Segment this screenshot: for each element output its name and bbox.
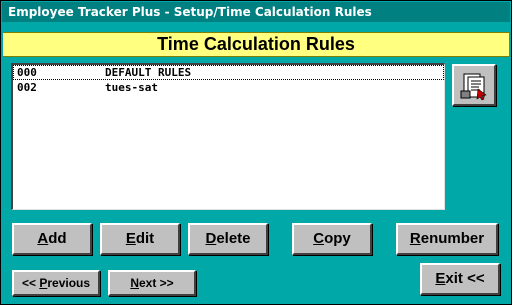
delete-button[interactable]: Delete <box>188 223 268 255</box>
previous-button[interactable]: << Previous <box>12 270 100 296</box>
next-button[interactable]: Next >> <box>108 270 196 296</box>
add-button[interactable]: Add <box>12 223 92 255</box>
main-window: Employee Tracker Plus - Setup/Time Calcu… <box>0 0 512 305</box>
rules-list[interactable]: 000 DEFAULT RULES 002 tues-sat <box>11 63 445 210</box>
rule-code: 002 <box>17 81 37 94</box>
page-title: Time Calculation Rules <box>3 32 509 57</box>
report-icon <box>460 73 487 101</box>
rule-code: 000 <box>17 66 37 79</box>
copy-button[interactable]: Copy <box>292 223 372 255</box>
report-button[interactable] <box>452 64 496 106</box>
rule-name: tues-sat <box>105 81 158 94</box>
rule-name: DEFAULT RULES <box>105 66 192 79</box>
window-titlebar[interactable]: Employee Tracker Plus - Setup/Time Calcu… <box>2 2 510 22</box>
edit-button[interactable]: Edit <box>100 223 180 255</box>
window-title: Employee Tracker Plus - Setup/Time Calcu… <box>8 5 372 19</box>
exit-button[interactable]: Exit << <box>420 263 500 295</box>
list-item[interactable]: 002 tues-sat <box>13 80 444 95</box>
list-item[interactable]: 000 DEFAULT RULES <box>13 65 444 80</box>
renumber-button[interactable]: Renumber <box>396 223 498 255</box>
page-title-text: Time Calculation Rules <box>157 34 355 54</box>
